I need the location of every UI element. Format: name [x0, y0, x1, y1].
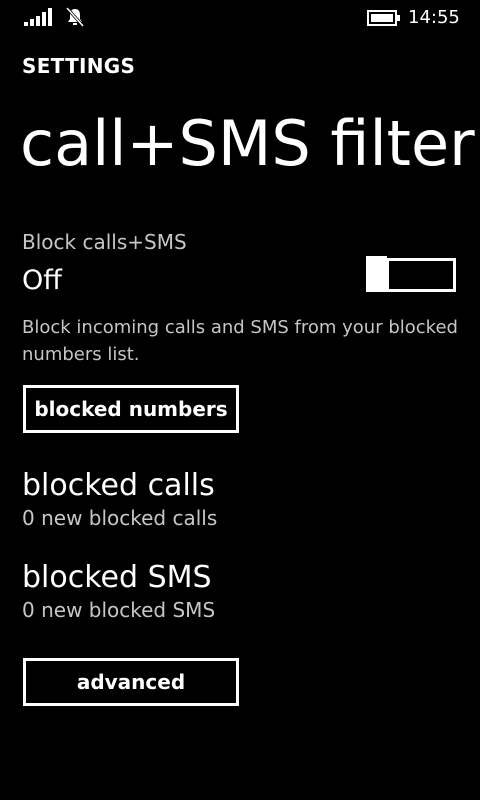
advanced-button[interactable]: advanced [23, 658, 239, 706]
status-bar: 14:55 [0, 0, 480, 36]
page-title: call+SMS filter [20, 107, 475, 180]
nav-item-blocked-calls[interactable]: blocked calls 0 new blocked calls [22, 467, 462, 531]
signal-icon [24, 8, 52, 26]
clock: 14:55 [408, 7, 460, 28]
block-toggle-label: Block calls+SMS [22, 230, 187, 254]
blocked-numbers-button[interactable]: blocked numbers [23, 385, 239, 433]
block-description: Block incoming calls and SMS from your b… [22, 317, 458, 365]
nav-item-title: blocked SMS [22, 560, 212, 595]
block-toggle-switch[interactable] [366, 256, 456, 292]
block-toggle-state: Off [22, 265, 62, 296]
app-title: SETTINGS [22, 54, 136, 78]
toggle-thumb[interactable] [366, 256, 387, 292]
battery-icon [367, 10, 400, 26]
nav-item-title: blocked calls [22, 468, 215, 503]
nav-item-subtitle: 0 new blocked calls [22, 506, 218, 530]
nav-item-blocked-sms[interactable]: blocked SMS 0 new blocked SMS [22, 559, 462, 623]
toggle-track [386, 258, 456, 292]
nav-item-subtitle: 0 new blocked SMS [22, 598, 216, 622]
bell-icon [65, 7, 85, 27]
